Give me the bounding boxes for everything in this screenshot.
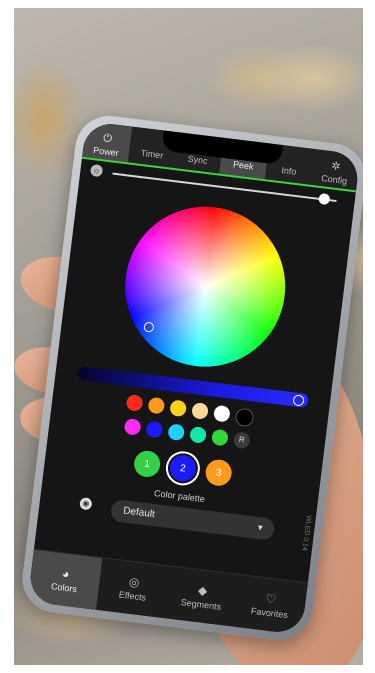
color-swatch[interactable] (147, 396, 166, 415)
color-slot-2-label: 2 (179, 462, 187, 475)
tab-colors[interactable]: ◕ Colors (27, 549, 103, 610)
brightness-icon: ☼ (89, 163, 104, 178)
color-swatch[interactable] (234, 407, 255, 428)
effects-icon: ◎ (128, 574, 141, 590)
color-swatch[interactable] (189, 426, 208, 444)
version-text: WLED 0.14 (300, 514, 313, 552)
color-swatch[interactable] (145, 420, 164, 439)
tab-info-label: Info (280, 165, 297, 177)
color-swatch[interactable] (167, 423, 186, 442)
color-swatch[interactable] (125, 394, 144, 412)
color-slot-2[interactable]: 2 (168, 453, 198, 483)
tab-segments-label: Segments (180, 597, 222, 612)
palette-icon: ◉ (79, 497, 93, 511)
color-wheel[interactable] (116, 197, 295, 376)
heart-icon: ♡ (264, 591, 278, 607)
hue-slider-knob[interactable] (292, 394, 305, 407)
palette-icon: ◕ (61, 566, 71, 582)
background-photo: ⏻ Power Timer Sync Peek Info ✲ Config ☼ … (14, 8, 363, 665)
color-swatch[interactable] (191, 402, 209, 420)
color-swatch[interactable] (169, 399, 188, 418)
color-wheel-picker[interactable] (143, 321, 155, 333)
gear-icon: ✲ (330, 160, 342, 174)
power-icon: ⏻ (102, 132, 113, 146)
tab-power[interactable]: ⏻ Power (82, 120, 133, 163)
palette-select-value: Default (122, 505, 156, 521)
chevron-down-icon: ▼ (255, 522, 265, 533)
color-slot-1[interactable]: 1 (132, 449, 162, 479)
brightness-slider-knob[interactable] (318, 192, 331, 206)
tab-favorites[interactable]: ♡ Favorites (233, 575, 308, 635)
tab-effects[interactable]: ◎ Effects (96, 558, 171, 618)
tab-effects-label: Effects (118, 589, 147, 603)
tab-favorites-label: Favorites (250, 605, 289, 621)
app-screen: ⏻ Power Timer Sync Peek Info ✲ Config ☼ … (27, 120, 361, 636)
segments-icon: ◆ (197, 583, 209, 599)
color-slot-3-label: 3 (215, 466, 223, 479)
color-swatch[interactable] (212, 404, 231, 423)
tab-timer-label: Timer (140, 147, 164, 161)
color-slot-1-label: 1 (143, 458, 151, 470)
color-swatch[interactable] (123, 417, 142, 436)
tab-config[interactable]: ✲ Config (310, 149, 360, 190)
color-swatch[interactable] (211, 428, 229, 447)
random-color-button[interactable]: R (232, 431, 251, 450)
tab-segments[interactable]: ◆ Segments (165, 567, 240, 627)
color-slot-3[interactable]: 3 (204, 458, 234, 488)
tab-colors-label: Colors (50, 581, 78, 595)
tab-power-label: Power (92, 145, 120, 159)
phone: ⏻ Power Timer Sync Peek Info ✲ Config ☼ … (18, 112, 363, 644)
tab-config-label: Config (320, 173, 348, 187)
